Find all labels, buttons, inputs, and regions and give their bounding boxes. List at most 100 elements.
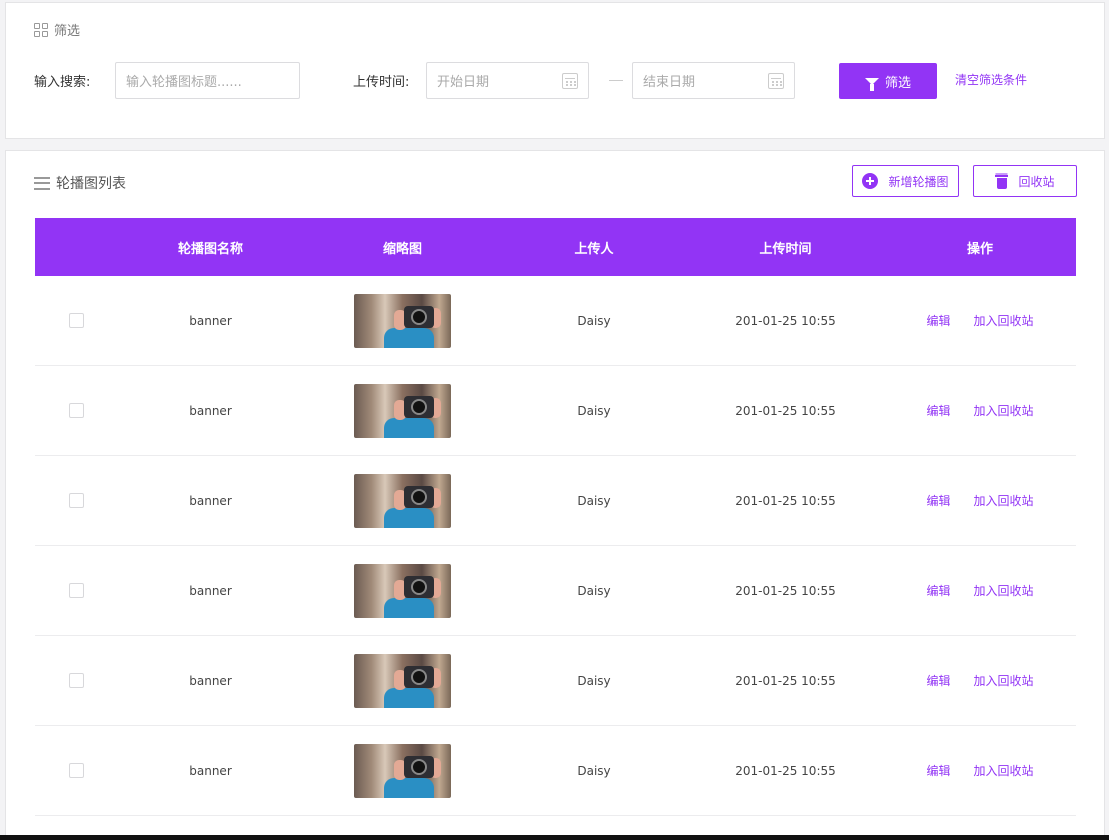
move-to-recycle-link[interactable]: 加入回收站 [974,762,1034,779]
upload-time: 201-01-25 10:55 [735,763,836,778]
row-actions: 编辑 加入回收站 [884,762,1076,779]
clear-filter-link[interactable]: 清空筛选条件 [955,71,1027,88]
column-header-thumbnail: 缩略图 [382,241,422,257]
grid-icon [34,22,48,37]
row-actions: 编辑 加入回收站 [884,402,1076,419]
row-select-cell [35,763,117,778]
table-row: banner Daisy 201-01-25 10:55 编辑 加入回收站 [35,276,1076,366]
search-input[interactable]: 输入轮播图标题...... [115,62,300,99]
uploader: Daisy [577,583,611,598]
row-actions: 编辑 加入回收站 [884,312,1076,329]
banner-name: banner [189,583,232,598]
upload-time: 201-01-25 10:55 [735,583,836,598]
trash-icon [995,174,1009,189]
end-date-placeholder: 结束日期 [643,75,696,90]
thumbnail-cell [304,383,501,438]
row-select-cell [35,673,117,688]
row-select-cell [35,403,117,418]
thumbnail-cell [304,743,501,798]
start-date-placeholder: 开始日期 [437,75,490,90]
table-header: 轮播图名称 缩略图 上传人 上传时间 操作 [35,218,1076,276]
upload-time: 201-01-25 10:55 [735,403,836,418]
edit-link[interactable]: 编辑 [926,402,950,419]
recycle-bin-button[interactable]: 回收站 [973,165,1077,197]
move-to-recycle-link[interactable]: 加入回收站 [974,672,1034,689]
thumbnail-cell [304,653,501,708]
start-date-input[interactable]: 开始日期 [426,62,589,99]
edit-link[interactable]: 编辑 [926,492,950,509]
row-select-cell [35,493,117,508]
column-header-name: 轮播图名称 [177,241,243,257]
plus-circle-icon [862,173,879,189]
edit-link[interactable]: 编辑 [926,762,950,779]
upload-time: 201-01-25 10:55 [735,313,836,328]
edit-link[interactable]: 编辑 [926,672,950,689]
upload-time: 201-01-25 10:55 [735,493,836,508]
filter-title: 筛选 [34,20,80,39]
filter-title-text: 筛选 [54,24,81,39]
table-body: banner Daisy 201-01-25 10:55 编辑 加入回收站 banner D… [35,276,1076,816]
photo-thumbnail [354,383,451,438]
list-title-text: 轮播图列表 [56,176,126,192]
filter-button-label: 筛选 [884,75,911,91]
filter-panel: 筛选 输入搜索: 输入轮播图标题...... 上传时间: 开始日期 结束日期 筛… [5,2,1105,139]
row-actions: 编辑 加入回收站 [884,582,1076,599]
list-title: 轮播图列表 [34,173,126,193]
add-banner-label: 新增轮播图 [888,174,949,189]
uploader: Daisy [577,313,611,328]
table-row: banner Daisy 201-01-25 10:55 编辑 加入回收站 [35,366,1076,456]
search-label: 输入搜索: [34,75,91,90]
row-checkbox[interactable] [68,763,84,778]
photo-thumbnail [354,293,451,348]
photo-thumbnail [354,563,451,618]
row-checkbox[interactable] [68,313,84,328]
banner-name: banner [189,673,232,688]
banner-name: banner [189,403,232,418]
end-date-input[interactable]: 结束日期 [632,62,795,99]
row-select-cell [35,583,117,598]
row-checkbox[interactable] [68,493,84,508]
banner-name: banner [189,493,232,508]
photo-thumbnail [354,653,451,708]
calendar-icon[interactable] [562,72,578,89]
thumbnail-cell [304,563,501,618]
bottom-edge [0,835,1109,840]
table-row: banner Daisy 201-01-25 10:55 编辑 加入回收站 [35,456,1076,546]
filter-button[interactable]: 筛选 [839,63,937,99]
edit-link[interactable]: 编辑 [926,582,950,599]
uploader: Daisy [577,403,611,418]
recycle-bin-label: 回收站 [1018,174,1055,189]
move-to-recycle-link[interactable]: 加入回收站 [974,492,1034,509]
uploader: Daisy [577,763,611,778]
search-placeholder: 输入轮播图标题...... [126,75,242,90]
move-to-recycle-link[interactable]: 加入回收站 [974,312,1034,329]
edit-link[interactable]: 编辑 [926,312,950,329]
list-icon [34,176,50,190]
date-range-separator [609,80,623,81]
column-header-time: 上传时间 [759,241,812,257]
row-checkbox[interactable] [68,673,84,688]
add-banner-button[interactable]: 新增轮播图 [852,165,959,197]
table-row: banner Daisy 201-01-25 10:55 编辑 加入回收站 [35,726,1076,816]
table-row: banner Daisy 201-01-25 10:55 编辑 加入回收站 [35,636,1076,726]
move-to-recycle-link[interactable]: 加入回收站 [974,402,1034,419]
filter-icon [864,77,879,91]
banner-list-panel: 轮播图列表 新增轮播图 回收站 轮播图名称 缩略图 上传人 上传时间 操作 ba… [5,150,1105,840]
row-actions: 编辑 加入回收站 [884,492,1076,509]
move-to-recycle-link[interactable]: 加入回收站 [974,582,1034,599]
row-actions: 编辑 加入回收站 [884,672,1076,689]
row-checkbox[interactable] [68,583,84,598]
column-header-actions: 操作 [966,241,993,257]
upload-time-label: 上传时间: [353,75,410,90]
photo-thumbnail [354,473,451,528]
banner-name: banner [189,313,232,328]
row-select-cell [35,313,117,328]
row-checkbox[interactable] [68,403,84,418]
calendar-icon[interactable] [768,72,784,89]
thumbnail-cell [304,293,501,348]
photo-thumbnail [354,743,451,798]
banner-table: 轮播图名称 缩略图 上传人 上传时间 操作 banner Daisy 201-01-… [35,218,1076,816]
uploader: Daisy [577,673,611,688]
uploader: Daisy [577,493,611,508]
thumbnail-cell [304,473,501,528]
